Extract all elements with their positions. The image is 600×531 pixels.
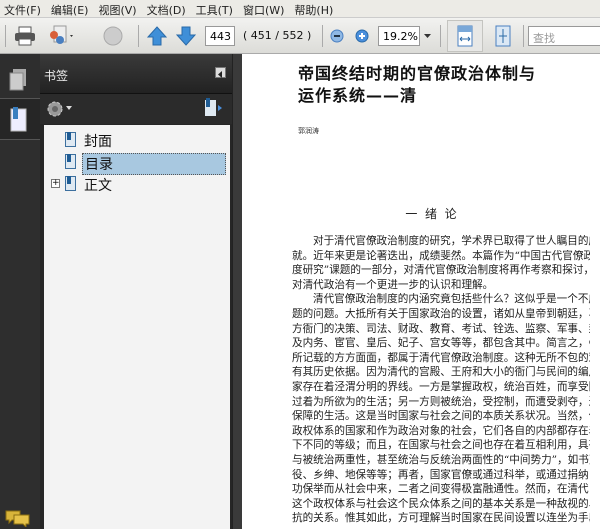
arrow-up-icon: [147, 26, 167, 46]
body-text-line: 度研究”课题的一部分，对清代官僚政治制度将再作考察和探讨，以期: [292, 264, 590, 277]
body-text-line: 役、乡绅、地保等等；再者，国家官僚或通过科举，或通过捐纳，或通过军: [292, 468, 590, 481]
fit-width-button[interactable]: [447, 20, 483, 52]
zoom-out-button[interactable]: [328, 23, 346, 49]
separator: [138, 25, 139, 47]
options-button[interactable]: [46, 100, 74, 122]
bookmark-item[interactable]: + 正文: [44, 175, 230, 194]
toolbar: 443 ( 451 / 552 ) 19.2% 查找: [0, 18, 600, 54]
bookmark-icon: [65, 132, 76, 147]
menu-tools[interactable]: 工具(T): [192, 0, 239, 17]
share-users-icon: [50, 25, 73, 44]
search-input[interactable]: 查找: [528, 26, 600, 46]
menu-help[interactable]: 帮助(H): [290, 0, 339, 17]
zoom-out-icon: [330, 29, 344, 43]
bookmark-item[interactable]: 封面: [44, 131, 230, 150]
print-button[interactable]: [12, 23, 38, 49]
panel-splitter[interactable]: [232, 54, 242, 529]
printer-icon: [15, 26, 35, 46]
triangle-left-icon: [218, 71, 222, 78]
body-text-line: 有其历史依据。因为清代的宫殿、王府和大小的衙门与民间的编户人: [292, 366, 590, 379]
expand-bookmark-button[interactable]: [204, 98, 224, 122]
menu-document[interactable]: 文档(D): [143, 0, 192, 17]
collapse-panel-button[interactable]: [215, 67, 226, 78]
body-text-line: 这个政权体系与社会这个民众体系之间的基本关系是一种敌视的、对: [292, 497, 590, 510]
zoom-level-input[interactable]: 19.2%: [378, 26, 420, 46]
chevron-down-icon: [424, 34, 431, 38]
separator: [440, 25, 441, 47]
fit-width-icon: [457, 25, 473, 47]
separator: [5, 25, 6, 47]
body-text-line: 题的问题。大抵所有关于国家政治的设置，诸如从皇帝到朝廷，再到地: [292, 308, 590, 320]
zoom-in-button[interactable]: [353, 23, 371, 49]
panel-title: 书签: [44, 69, 69, 83]
body-text-line: 抗的关系。惟其如此，方可理解当时国家在民间设置以连坐为手段的: [292, 512, 590, 525]
menu-view[interactable]: 视图(V): [94, 0, 142, 17]
next-page-button[interactable]: [175, 23, 197, 49]
bookmarks-icon: [10, 107, 27, 132]
bookmark-tree: 封面 目录 + 正文: [44, 125, 230, 529]
body-text-line: 所记载的方方面面，都属于清代官僚政治制度。这种无所不包的观念，: [292, 351, 590, 364]
collaborate-button[interactable]: [100, 23, 126, 49]
body-text-line: 政权体系的国家和作为政治对象的社会，它们各自的内部都存在着高: [292, 424, 590, 437]
menu-window[interactable]: 窗口(W): [239, 0, 290, 17]
globe-icon: [103, 26, 123, 46]
body-text-line: 保障的生活。这是当时国家与社会之间的本质关系状况。当然，作为: [292, 410, 590, 423]
menu-file[interactable]: 文件(F): [0, 0, 47, 17]
bookmarks-panel: 书签 封面 目录 + 正文: [40, 54, 232, 529]
bookmark-icon: [65, 154, 76, 169]
page-count-label: ( 451 / 552 ): [243, 29, 312, 42]
menu-edit[interactable]: 编辑(E): [47, 0, 95, 17]
body-text-line: 就。近年来更是论著迭出，成绩斐然。本篇作为“中国古代官僚政治制: [292, 249, 590, 262]
body-text-line: 及内务、宦官、皇后、妃子、宫女等等，都包含其中。简言之，《大清会典》: [292, 337, 590, 350]
body-text-line: 过着为所欲为的生活；另一方则被统治，受控制，而遭受剥夺，过着缺乏: [292, 395, 590, 408]
pages-panel-button[interactable]: [8, 68, 28, 96]
navigation-strip: [0, 54, 41, 531]
document-page: 帝国终结时期的官僚政治体制与 运作系统——清 郭润涛 一 绪 论 对于清代官僚政…: [242, 54, 600, 529]
menu-bar: 文件(F) 编辑(E) 视图(V) 文档(D) 工具(T) 窗口(W) 帮助(H…: [0, 0, 600, 18]
body-text-line: 与被统治两重性，甚至统治与反统治两面性的“中间势力”，如书吏、衙: [292, 454, 590, 466]
expand-icon[interactable]: +: [51, 179, 60, 188]
separator: [322, 25, 323, 47]
body-text-line: 下不同的等级；而且，在国家与社会之间也存在着互相利用，具有统治: [292, 439, 590, 452]
share-button[interactable]: [46, 23, 76, 49]
comments-icon: [5, 510, 30, 529]
previous-page-button[interactable]: [146, 23, 168, 49]
separator: [523, 25, 524, 47]
bookmark-icon: [65, 176, 76, 191]
gear-icon: [47, 101, 72, 117]
body-text-line: 对清代政治有一个更进一步的认识和理解。: [292, 278, 494, 291]
bookmark-arrow-icon: [205, 98, 222, 116]
zoom-dropdown-button[interactable]: [422, 23, 434, 49]
fit-page-button[interactable]: [490, 23, 516, 49]
body-text-line: 功保举而从社会中来，二者之间变得极富融通性。然而，在清代，国家: [292, 483, 590, 496]
author: 郭润涛: [298, 127, 319, 135]
bookmarks-panel-button[interactable]: [0, 98, 41, 140]
pages-icon: [9, 69, 26, 91]
bookmark-item-selected[interactable]: 目录: [44, 153, 230, 175]
document-title-line: 运作系统——清: [298, 86, 418, 105]
arrow-down-icon: [176, 26, 196, 46]
document-title-line: 帝国终结时期的官僚政治体制与: [298, 64, 537, 83]
section-heading: 一 绪 论: [405, 207, 457, 221]
zoom-in-icon: [355, 29, 369, 43]
body-text-line: 清代官僚政治制度的内涵究竟包括些什么？这似乎是一个不成问: [313, 293, 590, 306]
body-text-line: 对于清代官僚政治制度的研究，学术界已取得了世人瞩目的成: [313, 235, 590, 247]
comments-button[interactable]: [5, 509, 31, 531]
page-number-input[interactable]: 443: [205, 26, 235, 46]
fit-page-icon: [495, 25, 511, 47]
body-text-line: 家存在着泾渭分明的界线。一方是掌握政权，统治百姓，而享受国帑，: [292, 381, 590, 393]
body-text-line: 方衙门的决策、司法、财政、教育、考试、铨选、监察、军事、封赏、祭祀，以: [292, 322, 590, 335]
